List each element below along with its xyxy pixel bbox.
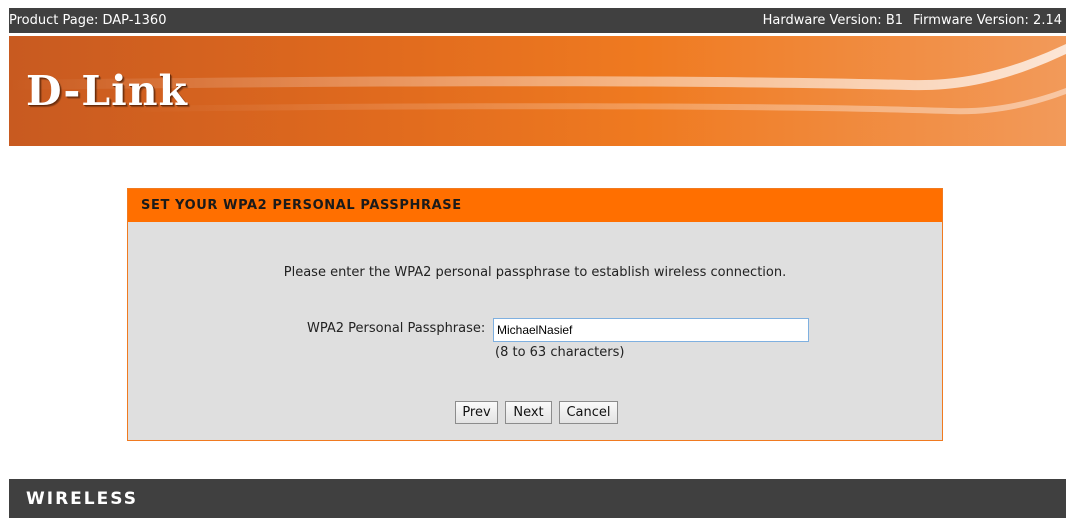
panel-title: SET YOUR WPA2 PERSONAL PASSPHRASE <box>128 189 942 222</box>
passphrase-input[interactable] <box>493 318 809 342</box>
product-page-label: Product Page: DAP-1360 <box>9 13 167 28</box>
passphrase-label: WPA2 Personal Passphrase: <box>307 321 486 336</box>
cancel-button[interactable]: Cancel <box>559 401 618 424</box>
dlink-logo: D-Link <box>26 67 188 115</box>
prev-button[interactable]: Prev <box>455 401 498 424</box>
passphrase-panel: SET YOUR WPA2 PERSONAL PASSPHRASE Please… <box>127 188 943 441</box>
footer-wireless-label: WIRELESS <box>26 489 138 509</box>
next-button[interactable]: Next <box>505 401 552 424</box>
hardware-version: Hardware Version: B1 <box>762 13 904 28</box>
intro-text: Please enter the WPA2 personal passphras… <box>283 265 787 280</box>
passphrase-hint: (8 to 63 characters) <box>495 345 625 360</box>
header-banner: D-Link <box>9 36 1066 146</box>
footer-bar: WIRELESS <box>9 479 1066 518</box>
version-info: Hardware Version: B1 Firmware Version: 2.… <box>763 8 1062 33</box>
top-info-bar: Product Page: DAP-1360 Hardware Version:… <box>9 8 1066 33</box>
firmware-version: Firmware Version: 2.14 <box>913 13 1062 28</box>
